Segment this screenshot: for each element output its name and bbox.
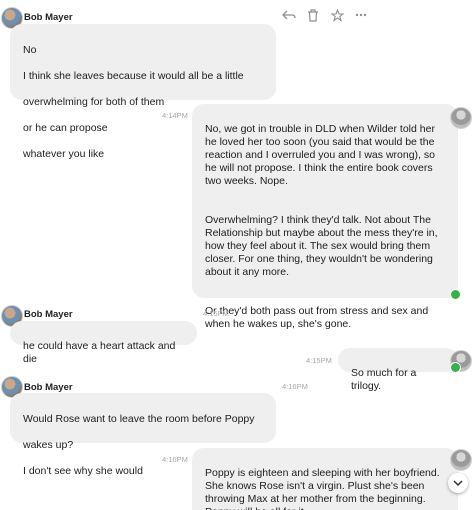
sender-name: Bob Mayer — [24, 12, 73, 23]
chevron-down-icon — [453, 480, 463, 486]
message-text: Poppy is eighteen and sleeping with her … — [205, 467, 440, 510]
reply-icon[interactable] — [282, 8, 296, 22]
star-icon[interactable] — [330, 8, 344, 22]
timestamp: 4:14PM — [162, 111, 188, 120]
trash-icon[interactable] — [306, 8, 320, 22]
message-bubble: No I think she leaves because it would a… — [10, 24, 276, 160]
conversation-view: Bob Mayer No I think she leaves because … — [0, 0, 474, 510]
read-receipt-icon — [450, 289, 461, 300]
avatar[interactable] — [450, 107, 472, 129]
message-line: I think she leaves because it would all … — [23, 70, 244, 82]
message-bubble: So much for a trilogy. — [338, 348, 458, 392]
timestamp: 4:15PM — [306, 356, 332, 365]
message-bubble: Poppy is eighteen and sleeping with her … — [192, 448, 458, 510]
message-bubble: he could have a heart attack and die — [10, 321, 197, 365]
sender-name: Bob Mayer — [24, 382, 73, 393]
message-bubble: No, we got in trouble in DLD when Wilder… — [192, 104, 458, 330]
message-text: he could have a heart attack and die — [23, 340, 176, 365]
message-line: No — [23, 44, 37, 56]
timestamp: 4:15PM — [203, 309, 229, 318]
read-receipt-icon — [450, 362, 461, 373]
sender-name: Bob Mayer — [24, 309, 73, 320]
message-paragraph: Or they'd both pass out from stress and … — [205, 305, 429, 330]
message-text: So much for a trilogy. — [351, 367, 417, 392]
message-paragraph: Overwhelming? I think they'd talk. Not a… — [205, 214, 438, 278]
message-paragraph: No, we got in trouble in DLD when Wilder… — [205, 123, 435, 187]
timestamp: 4:16PM — [282, 382, 308, 391]
scroll-to-bottom-button[interactable] — [448, 473, 468, 493]
more-icon[interactable] — [354, 8, 368, 22]
avatar[interactable] — [450, 449, 472, 471]
message-line: Would Rose want to leave the room before… — [23, 413, 255, 425]
message-toolbar — [282, 8, 368, 22]
message-bubble: Would Rose want to leave the room before… — [10, 393, 276, 477]
timestamp: 4:16PM — [162, 455, 188, 464]
